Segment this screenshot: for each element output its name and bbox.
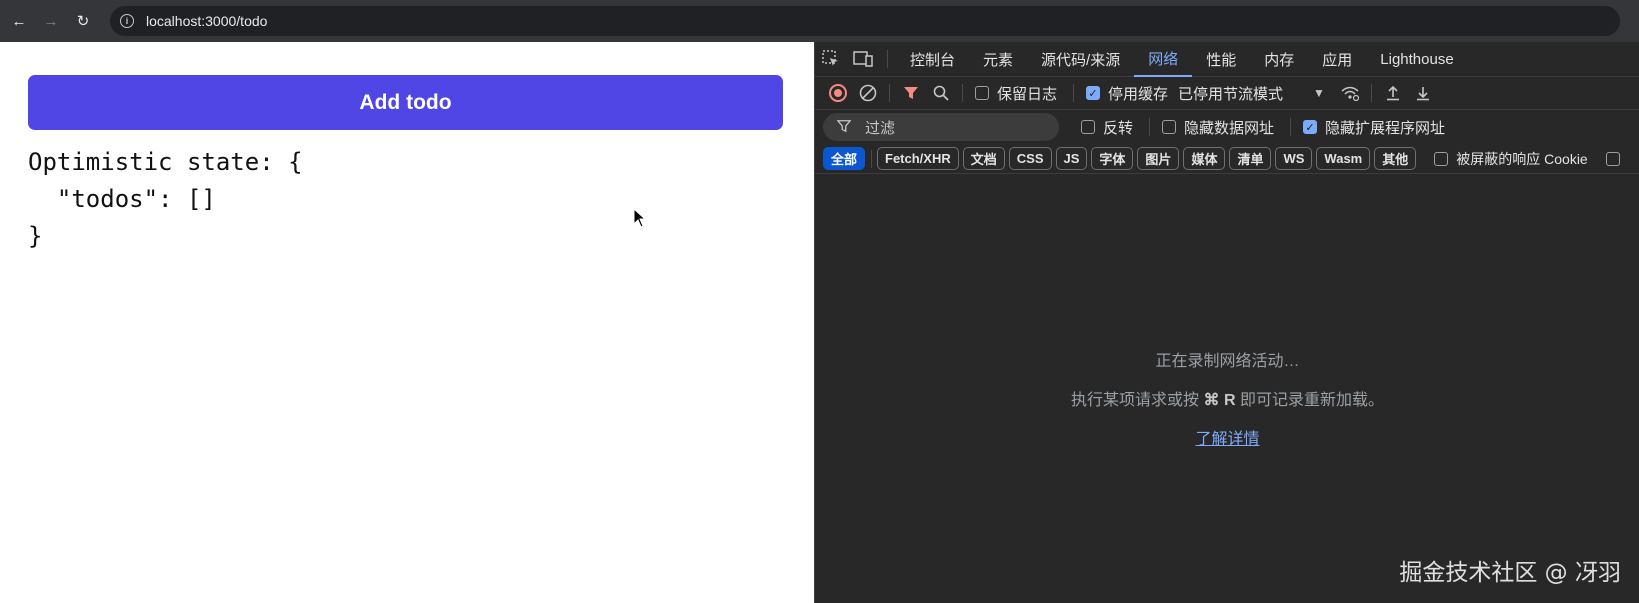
resource-type-filter-bar: 全部 Fetch/XHR 文档 CSS JS 字体 图片 媒体 清单 WS Wa… <box>815 144 1639 174</box>
type-filter-wasm[interactable]: Wasm <box>1316 147 1371 170</box>
reload-hint-suffix: 即可记录重新加载。 <box>1235 392 1384 409</box>
learn-more-link[interactable]: 了解详情 <box>1195 431 1259 448</box>
inspect-element-icon[interactable] <box>815 42 847 77</box>
reload-hint-prefix: 执行某项请求或按 <box>1071 392 1204 409</box>
address-bar[interactable]: i localhost:3000/todo <box>110 6 1620 36</box>
wifi-settings-icon <box>1341 86 1360 101</box>
type-filter-css[interactable]: CSS <box>1008 147 1052 170</box>
device-toolbar-icon[interactable] <box>847 42 879 77</box>
back-arrow-icon: ← <box>11 12 27 30</box>
divider <box>1370 84 1372 102</box>
tab-console[interactable]: 控制台 <box>896 42 969 77</box>
blocked-cookies-checkbox[interactable] <box>1434 151 1449 166</box>
divider <box>1149 118 1151 136</box>
throttling-select[interactable]: 已停用节流模式 <box>1178 83 1283 104</box>
recording-message: 正在录制网络活动… <box>1155 353 1300 370</box>
type-filter-manifest[interactable]: 清单 <box>1229 147 1272 170</box>
url-text: localhost:3000/todo <box>146 13 268 29</box>
record-icon <box>829 84 847 102</box>
tab-application[interactable]: 应用 <box>1308 42 1366 77</box>
mouse-cursor-icon <box>633 207 647 228</box>
watermark: 掘金技术社区 @ 冴羽 <box>1399 560 1621 586</box>
divider <box>962 84 963 102</box>
type-filter-other[interactable]: 其他 <box>1374 147 1417 170</box>
type-filter-all[interactable]: 全部 <box>823 147 866 170</box>
funnel-icon <box>836 119 852 136</box>
add-todo-button[interactable]: Add todo <box>28 75 783 130</box>
search-button[interactable] <box>926 78 956 108</box>
divider <box>1290 118 1292 136</box>
reload-hint: 执行某项请求或按 ⌘ R 即可记录重新加载。 <box>815 386 1639 410</box>
invert-label: 反转 <box>1103 119 1134 137</box>
disable-cache-checkbox[interactable]: ✓ <box>1086 86 1101 100</box>
divider <box>889 84 890 102</box>
hide-data-urls-checkbox[interactable] <box>1162 120 1177 134</box>
tab-elements[interactable]: 元素 <box>969 42 1027 77</box>
hide-extension-urls-label: 隐藏扩展程序网址 <box>1325 119 1446 137</box>
export-har-button[interactable] <box>1408 78 1438 108</box>
optimistic-state-text: Optimistic state: { "todos": [] } <box>28 148 303 250</box>
reload-icon: ↻ <box>76 13 90 30</box>
search-icon <box>933 85 949 101</box>
preserve-log-label: 保留日志 <box>997 85 1058 103</box>
invert-checkbox[interactable] <box>1081 120 1095 134</box>
type-filter-fetch-xhr[interactable]: Fetch/XHR <box>877 147 959 170</box>
tab-network[interactable]: 网络 <box>1134 42 1193 77</box>
filter-toggle-button[interactable] <box>896 78 926 108</box>
divider <box>871 149 873 168</box>
tab-memory[interactable]: 内存 <box>1250 42 1308 77</box>
import-har-button[interactable] <box>1378 78 1408 108</box>
disable-cache-label: 停用缓存 <box>1108 85 1169 103</box>
devtools-tab-bar: 控制台 元素 源代码/来源 网络 性能 内存 应用 Lighthouse <box>815 42 1639 77</box>
network-toolbar: 保留日志 ✓ 停用缓存 已停用节流模式 ▼ <box>815 77 1639 110</box>
divider <box>1073 84 1075 102</box>
tab-lighthouse[interactable]: Lighthouse <box>1366 42 1467 77</box>
filter-bar: 过滤 反转 隐藏数据网址 ✓ 隐藏扩展程序网址 <box>815 110 1639 144</box>
filter-icon <box>904 87 918 99</box>
hide-data-urls-label: 隐藏数据网址 <box>1184 119 1275 137</box>
site-info-icon[interactable]: i <box>120 14 134 28</box>
divider <box>887 50 888 68</box>
back-button[interactable]: ← <box>6 8 32 34</box>
type-filter-doc[interactable]: 文档 <box>962 147 1005 170</box>
download-icon <box>1416 87 1429 101</box>
type-filter-ws[interactable]: WS <box>1275 147 1313 170</box>
record-button[interactable] <box>823 78 853 108</box>
network-conditions-button[interactable] <box>1335 78 1365 108</box>
reload-button[interactable]: ↻ <box>70 8 96 34</box>
blocked-cookies-label: 被屏蔽的响应 Cookie <box>1456 150 1588 167</box>
type-filter-media[interactable]: 媒体 <box>1183 147 1226 170</box>
forward-button[interactable]: → <box>38 8 64 34</box>
forward-arrow-icon: → <box>43 12 59 30</box>
filter-placeholder: 过滤 <box>865 119 896 137</box>
type-filter-font[interactable]: 字体 <box>1091 147 1134 170</box>
network-empty-state: 正在录制网络活动… 执行某项请求或按 ⌘ R 即可记录重新加载。 了解详情 <box>815 347 1639 449</box>
type-filter-js[interactable]: JS <box>1055 147 1088 170</box>
chevron-down-icon[interactable]: ▼ <box>1313 86 1325 100</box>
page-content: Add todo Optimistic state: { "todos": []… <box>0 42 814 603</box>
clear-button[interactable] <box>853 78 883 108</box>
devtools-panel: 控制台 元素 源代码/来源 网络 性能 内存 应用 Lighthouse 保留日… <box>814 42 1639 603</box>
clear-icon <box>859 84 877 102</box>
upload-icon <box>1386 85 1399 101</box>
type-filter-img[interactable]: 图片 <box>1137 147 1180 170</box>
reload-shortcut: ⌘ R <box>1203 392 1236 409</box>
blocked-requests-checkbox[interactable] <box>1605 151 1620 166</box>
preserve-log-checkbox[interactable] <box>975 86 989 100</box>
tab-performance[interactable]: 性能 <box>1192 42 1250 77</box>
filter-input[interactable]: 过滤 <box>823 113 1059 141</box>
browser-toolbar: ← → ↻ i localhost:3000/todo <box>0 0 1639 42</box>
tab-sources[interactable]: 源代码/来源 <box>1027 42 1134 77</box>
hide-extension-urls-checkbox[interactable]: ✓ <box>1303 120 1318 134</box>
